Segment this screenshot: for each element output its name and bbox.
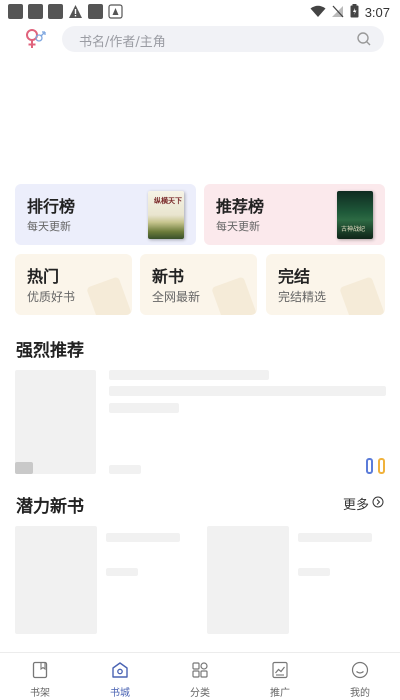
search-icon — [356, 31, 372, 51]
bookshelf-icon — [31, 661, 49, 679]
recommend-subtitle: 每天更新 — [216, 220, 260, 233]
notification-icon — [8, 4, 23, 19]
book-cover: 纵横天下 — [148, 191, 184, 239]
meta-placeholder — [106, 568, 138, 576]
book-cover: 古神战纪 — [337, 191, 373, 239]
profile-icon — [351, 661, 369, 679]
meta-placeholder — [298, 568, 330, 576]
potential-new-title: 潜力新书 — [16, 497, 84, 517]
promotion-icon — [271, 661, 289, 679]
wifi-icon — [310, 3, 326, 22]
no-signal-icon — [331, 3, 344, 22]
book-decoration-icon — [339, 276, 385, 315]
hot-card[interactable]: 热门 优质好书 — [15, 254, 132, 315]
more-button[interactable]: 更多 — [343, 494, 384, 513]
notification-icons — [8, 4, 123, 19]
new-books-subtitle: 全网最新 — [152, 290, 201, 304]
meta-placeholder — [109, 465, 141, 474]
book-decoration-icon — [86, 276, 132, 315]
notification-icon — [28, 4, 43, 19]
completed-card[interactable]: 完结 完结精选 — [266, 254, 385, 315]
app-notification-icon — [108, 4, 123, 19]
notification-icon — [88, 4, 103, 19]
category-icon — [191, 661, 209, 679]
nav-category[interactable]: 分类 — [160, 653, 240, 700]
new-books-card[interactable]: 新书 全网最新 — [140, 254, 257, 315]
more-label: 更多 — [342, 498, 369, 513]
search-input[interactable]: 书名/作者/主角 — [62, 26, 384, 52]
book-decoration-icon — [211, 276, 257, 315]
ranking-card[interactable]: 排行榜 每天更新 纵横天下 — [15, 184, 196, 245]
completed-title: 完结 — [278, 267, 311, 286]
battery-icon — [350, 3, 359, 22]
recommend-title: 推荐榜 — [216, 197, 265, 216]
gender-switch-icon[interactable] — [22, 26, 48, 52]
clock: 3:07 — [364, 5, 390, 20]
notification-icon — [48, 4, 63, 19]
nav-promotion[interactable]: 推广 — [240, 653, 320, 700]
strong-recommend-title: 强烈推荐 — [16, 341, 84, 361]
bookstore-icon — [111, 661, 129, 679]
chevron-right-icon — [372, 496, 384, 512]
carousel-indicator-orange — [378, 458, 385, 474]
text-placeholder — [109, 403, 179, 413]
hot-title: 热门 — [27, 267, 60, 286]
recommend-card[interactable]: 推荐榜 每天更新 古神战纪 — [204, 184, 385, 245]
cover-placeholder — [15, 370, 96, 474]
carousel-indicator-blue — [366, 458, 373, 474]
cover-placeholder — [207, 526, 289, 634]
title-placeholder — [106, 533, 180, 542]
cover-placeholder — [15, 526, 97, 634]
title-placeholder — [109, 370, 269, 380]
bottom-nav: 书架 书城 分类 推广 我的 — [0, 652, 400, 700]
status-bar: 3:07 — [0, 0, 400, 24]
hot-subtitle: 优质好书 — [27, 290, 76, 304]
title-placeholder — [298, 533, 372, 542]
nav-bookshelf[interactable]: 书架 — [0, 653, 80, 700]
text-placeholder — [109, 386, 386, 396]
nav-bookstore[interactable]: 书城 — [80, 653, 160, 700]
tag-placeholder — [15, 462, 33, 474]
warning-icon — [68, 4, 83, 19]
nav-profile[interactable]: 我的 — [320, 653, 400, 700]
completed-subtitle: 完结精选 — [278, 290, 327, 304]
new-books-title: 新书 — [152, 267, 185, 286]
ranking-title: 排行榜 — [27, 197, 76, 216]
search-placeholder: 书名/作者/主角 — [79, 35, 166, 50]
ranking-subtitle: 每天更新 — [27, 220, 71, 233]
header: 书名/作者/主角 — [0, 26, 400, 54]
